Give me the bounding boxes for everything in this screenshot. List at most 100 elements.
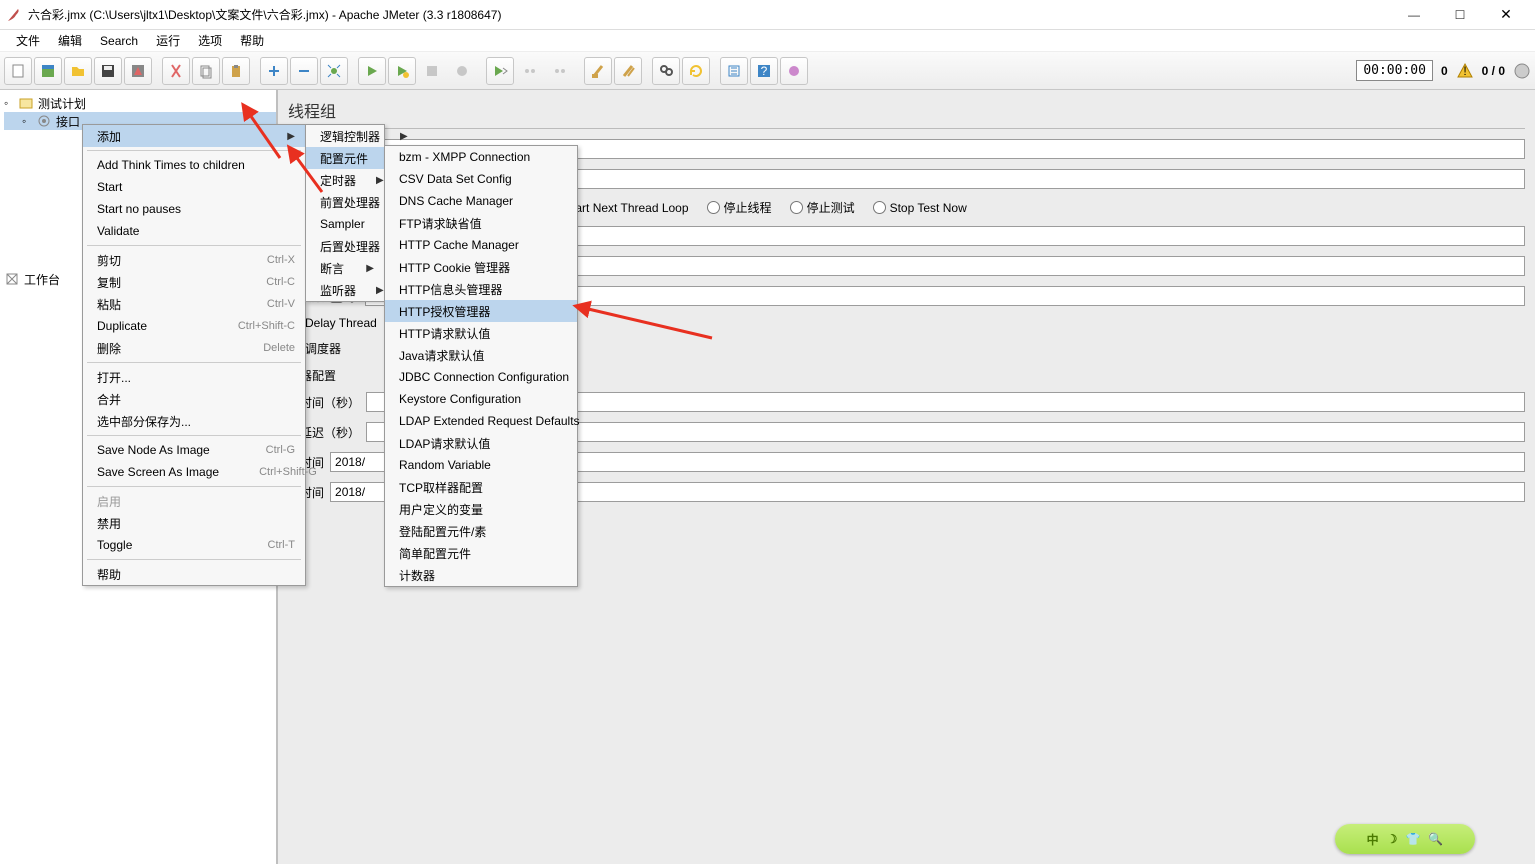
add-submenu-item[interactable]: 断言▶ — [306, 257, 384, 279]
search-button[interactable] — [652, 57, 680, 85]
tree-threadgroup-label: 接口 — [56, 113, 80, 130]
new-button[interactable] — [4, 57, 32, 85]
config-submenu: bzm - XMPP ConnectionCSV Data Set Config… — [384, 145, 578, 587]
ime-icon-moon: ☽ — [1387, 832, 1398, 846]
config-submenu-item[interactable]: 简单配置元件 — [385, 542, 577, 564]
add-submenu-item[interactable]: 后置处理器▶ — [306, 235, 384, 257]
config-submenu-item[interactable]: TCP取样器配置 — [385, 476, 577, 498]
tree-workbench-label: 工作台 — [24, 271, 60, 288]
toggle-button[interactable] — [320, 57, 348, 85]
config-submenu-item[interactable]: HTTP Cookie 管理器 — [385, 256, 577, 278]
close-button[interactable]: ✕ — [1483, 0, 1529, 30]
maximize-button[interactable]: ☐ — [1437, 0, 1483, 30]
ctx-item[interactable]: ToggleCtrl-T — [83, 534, 305, 556]
save-as-button[interactable] — [124, 57, 152, 85]
config-submenu-item[interactable]: HTTP Cache Manager — [385, 234, 577, 256]
config-submenu-item[interactable]: Java请求默认值 — [385, 344, 577, 366]
menu-edit[interactable]: 编辑 — [50, 30, 90, 51]
minimize-button[interactable]: — — [1391, 0, 1437, 30]
clear-button[interactable] — [584, 57, 612, 85]
ctx-item[interactable]: Start no pauses — [83, 198, 305, 220]
config-submenu-item[interactable]: JDBC Connection Configuration — [385, 366, 577, 388]
open-button[interactable] — [64, 57, 92, 85]
ime-icon-search: 🔍 — [1428, 832, 1443, 846]
radio-stop-thread[interactable]: 停止线程 — [707, 199, 772, 216]
config-submenu-item[interactable]: LDAP请求默认值 — [385, 432, 577, 454]
ime-indicator[interactable]: 中 ☽ 👕 🔍 — [1335, 824, 1475, 854]
ctx-item[interactable]: 删除Delete — [83, 337, 305, 359]
add-submenu-item[interactable]: 监听器▶ — [306, 279, 384, 301]
ctx-item[interactable]: Validate — [83, 220, 305, 242]
testplan-icon — [18, 95, 34, 111]
config-submenu-item[interactable]: 用户定义的变量 — [385, 498, 577, 520]
paste-button[interactable] — [222, 57, 250, 85]
ctx-item[interactable]: 帮助 — [83, 563, 305, 585]
copy-button[interactable] — [192, 57, 220, 85]
ctx-item[interactable]: 启用 — [83, 490, 305, 512]
remote-start-button[interactable] — [486, 57, 514, 85]
reset-search-button[interactable] — [682, 57, 710, 85]
config-submenu-item[interactable]: Random Variable — [385, 454, 577, 476]
config-submenu-item[interactable]: LDAP Extended Request Defaults — [385, 410, 577, 432]
svg-text:!: ! — [1463, 64, 1466, 78]
config-submenu-item[interactable]: DNS Cache Manager — [385, 190, 577, 212]
ime-label: 中 — [1367, 831, 1379, 848]
ctx-item[interactable]: 复制Ctrl-C — [83, 271, 305, 293]
plugins-button[interactable] — [780, 57, 808, 85]
ctx-item[interactable]: Start — [83, 176, 305, 198]
ctx-item[interactable]: 合并 — [83, 388, 305, 410]
config-submenu-item[interactable]: 登陆配置元件/素 — [385, 520, 577, 542]
ctx-item[interactable]: DuplicateCtrl+Shift-C — [83, 315, 305, 337]
ctx-item[interactable]: 剪切Ctrl-X — [83, 249, 305, 271]
function-helper-button[interactable] — [720, 57, 748, 85]
workbench-icon — [4, 271, 20, 287]
menu-options[interactable]: 选项 — [190, 30, 230, 51]
radio-stop-now[interactable]: Stop Test Now — [873, 199, 967, 216]
shutdown-button[interactable] — [448, 57, 476, 85]
annotation-arrow-3 — [572, 300, 722, 350]
ctx-item[interactable]: 禁用 — [83, 512, 305, 534]
radio-stop-test[interactable]: 停止测试 — [790, 199, 855, 216]
add-submenu-item[interactable]: Sampler▶ — [306, 213, 384, 235]
run-notimers-button[interactable] — [388, 57, 416, 85]
clear-all-button[interactable] — [614, 57, 642, 85]
config-submenu-item[interactable]: HTTP信息头管理器 — [385, 278, 577, 300]
config-submenu-item[interactable]: HTTP授权管理器 — [385, 300, 577, 322]
help-button[interactable]: ? — [750, 57, 778, 85]
remote-shutdown-button[interactable] — [546, 57, 574, 85]
error-count: 0 — [1435, 64, 1454, 78]
ctx-item[interactable]: 粘贴Ctrl-V — [83, 293, 305, 315]
svg-text:?: ? — [761, 64, 768, 78]
run-button[interactable] — [358, 57, 386, 85]
config-submenu-item[interactable]: FTP请求缺省值 — [385, 212, 577, 234]
ime-icon-shirt: 👕 — [1405, 832, 1420, 846]
remote-stop-button[interactable] — [516, 57, 544, 85]
templates-button[interactable] — [34, 57, 62, 85]
ctx-item[interactable]: Save Screen As ImageCtrl+Shift-G — [83, 461, 305, 483]
ctx-item[interactable]: Save Node As ImageCtrl-G — [83, 439, 305, 461]
panel-title: 线程组 — [288, 98, 1525, 129]
save-button[interactable] — [94, 57, 122, 85]
config-submenu-item[interactable]: CSV Data Set Config — [385, 168, 577, 190]
warning-icon: ! — [1456, 62, 1474, 80]
config-submenu-item[interactable]: Keystore Configuration — [385, 388, 577, 410]
menu-help[interactable]: 帮助 — [232, 30, 272, 51]
config-submenu-item[interactable]: HTTP请求默认值 — [385, 322, 577, 344]
ctx-item[interactable]: 打开... — [83, 366, 305, 388]
elapsed-timer: 00:00:00 — [1356, 60, 1433, 81]
menu-run[interactable]: 运行 — [148, 30, 188, 51]
context-menu: 添加▶Add Think Times to childrenStartStart… — [82, 124, 306, 586]
config-submenu-item[interactable]: bzm - XMPP Connection — [385, 146, 577, 168]
toolbar: ? 00:00:00 0 ! 0 / 0 — [0, 52, 1535, 90]
expand-button[interactable] — [260, 57, 288, 85]
tree-root-label: 测试计划 — [38, 95, 86, 112]
config-submenu-item[interactable]: 计数器 — [385, 564, 577, 586]
window-title: 六合彩.jmx (C:\Users\jltx1\Desktop\文案文件\六合彩… — [28, 6, 1391, 23]
collapse-button[interactable] — [290, 57, 318, 85]
cut-button[interactable] — [162, 57, 190, 85]
menu-search[interactable]: Search — [92, 32, 146, 50]
annotation-arrow-2 — [278, 144, 338, 204]
ctx-item[interactable]: 选中部分保存为... — [83, 410, 305, 432]
stop-button[interactable] — [418, 57, 446, 85]
menu-file[interactable]: 文件 — [8, 30, 48, 51]
